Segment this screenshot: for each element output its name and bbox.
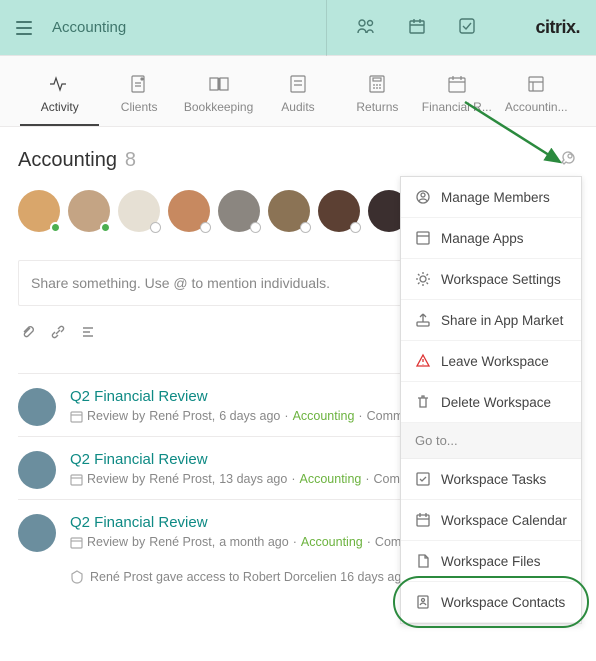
tab-accounting[interactable]: Accountin... <box>497 74 576 126</box>
tab-financial[interactable]: Financial R... <box>417 74 496 126</box>
dd-share-market[interactable]: Share in App Market <box>401 300 581 341</box>
dot: · <box>291 472 295 486</box>
dd-label: Workspace Contacts <box>441 595 565 610</box>
citrix-logo: citrix. <box>535 17 580 38</box>
avatar[interactable] <box>118 190 160 232</box>
calendar-icon <box>70 410 83 423</box>
tab-label: Audits <box>281 100 314 114</box>
workspace-title[interactable]: Accounting <box>52 19 266 36</box>
dd-label: Leave Workspace <box>441 354 549 369</box>
dd-label: Share in App Market <box>441 313 563 328</box>
dd-leave-workspace[interactable]: Leave Workspace <box>401 341 581 382</box>
avatar[interactable] <box>68 190 110 232</box>
status-offline-icon <box>350 222 361 233</box>
feed-time: 13 days ago <box>219 472 287 486</box>
feed-by: by <box>132 409 145 423</box>
dd-label: Workspace Tasks <box>441 472 546 487</box>
section-count: 8 <box>125 149 136 171</box>
calendar-icon <box>70 536 83 549</box>
divider <box>326 0 327 56</box>
dot: · <box>358 409 362 423</box>
dd-label: Delete Workspace <box>441 395 551 410</box>
status-offline-icon <box>200 222 211 233</box>
status-online-icon <box>100 222 111 233</box>
dd-workspace-calendar[interactable]: Workspace Calendar <box>401 500 581 541</box>
dd-label: Manage Apps <box>441 231 524 246</box>
dd-goto-header: Go to... <box>401 423 581 459</box>
check-icon[interactable] <box>459 18 475 37</box>
feed-time: a month ago <box>219 535 289 549</box>
top-bar: Accounting citrix. <box>0 0 596 56</box>
tab-returns[interactable]: Returns <box>338 74 417 126</box>
workspace-dropdown: Manage Members Manage Apps Workspace Set… <box>400 176 582 624</box>
attachment-icon[interactable] <box>20 324 36 343</box>
section-title: Accounting <box>18 149 117 171</box>
tab-label: Financial R... <box>422 100 492 114</box>
tab-label: Activity <box>41 100 79 114</box>
feed-workspace-link[interactable]: Accounting <box>293 409 355 423</box>
avatar[interactable] <box>268 190 310 232</box>
menu-icon[interactable] <box>16 21 32 35</box>
dd-manage-members[interactable]: Manage Members <box>401 177 581 218</box>
feed-app: Review <box>87 472 128 486</box>
dd-delete-workspace[interactable]: Delete Workspace <box>401 382 581 423</box>
status-offline-icon <box>150 222 161 233</box>
topbar-icons <box>357 18 475 37</box>
status-online-icon <box>50 222 61 233</box>
feed-author: René Prost, <box>149 409 215 423</box>
feed-time: 6 days ago <box>219 409 280 423</box>
tab-activity[interactable]: Activity <box>20 74 99 126</box>
dot: · <box>367 535 371 549</box>
avatar[interactable] <box>168 190 210 232</box>
dd-label: Workspace Calendar <box>441 513 567 528</box>
dot: · <box>293 535 297 549</box>
dot: · <box>365 472 369 486</box>
calendar-icon[interactable] <box>409 18 425 37</box>
dd-workspace-files[interactable]: Workspace Files <box>401 541 581 582</box>
status-offline-icon <box>300 222 311 233</box>
tab-label: Accountin... <box>505 100 568 114</box>
calendar-icon <box>70 473 83 486</box>
avatar[interactable] <box>318 190 360 232</box>
dd-label: Workspace Settings <box>441 272 561 287</box>
feed-workspace-link[interactable]: Accounting <box>301 535 363 549</box>
dd-workspace-settings[interactable]: Workspace Settings <box>401 259 581 300</box>
avatar[interactable] <box>18 451 56 489</box>
feed-app: Review <box>87 409 128 423</box>
tab-label: Returns <box>356 100 398 114</box>
avatar[interactable] <box>18 190 60 232</box>
feed-by: by <box>132 472 145 486</box>
feed-author: René Prost, <box>149 535 215 549</box>
tab-label: Bookkeeping <box>184 100 253 114</box>
tab-bookkeeping[interactable]: Bookkeeping <box>179 74 258 126</box>
feed-by: by <box>132 535 145 549</box>
sub-activity-text: René Prost gave access to Robert Dorceli… <box>90 570 408 584</box>
dd-label: Manage Members <box>441 190 550 205</box>
dot: · <box>284 409 288 423</box>
feed-author: René Prost, <box>149 472 215 486</box>
link-icon[interactable] <box>50 324 66 343</box>
tab-label: Clients <box>121 100 158 114</box>
format-icon[interactable] <box>80 324 96 343</box>
dd-label: Workspace Files <box>441 554 541 569</box>
status-offline-icon <box>250 222 261 233</box>
avatar[interactable] <box>218 190 260 232</box>
avatar[interactable] <box>18 514 56 552</box>
tab-clients[interactable]: Clients <box>99 74 178 126</box>
dd-manage-apps[interactable]: Manage Apps <box>401 218 581 259</box>
gear-icon[interactable] <box>560 150 578 171</box>
avatar[interactable] <box>18 388 56 426</box>
feed-app: Review <box>87 535 128 549</box>
tab-audits[interactable]: Audits <box>258 74 337 126</box>
dd-workspace-tasks[interactable]: Workspace Tasks <box>401 459 581 500</box>
nav-tabs: Activity Clients Bookkeeping Audits Retu… <box>0 56 596 127</box>
feed-workspace-link[interactable]: Accounting <box>300 472 362 486</box>
section-header: Accounting 8 <box>18 149 578 172</box>
people-icon[interactable] <box>357 18 375 37</box>
dd-workspace-contacts[interactable]: Workspace Contacts <box>401 582 581 623</box>
